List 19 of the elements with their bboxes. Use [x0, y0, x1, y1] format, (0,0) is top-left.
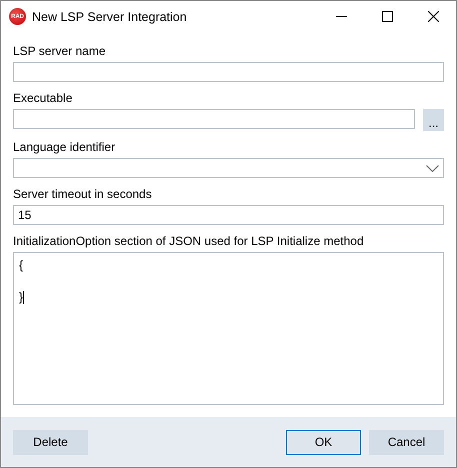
dialog-button[interactable]: OK — [286, 430, 361, 454]
field-label: LSP server name — [13, 44, 106, 58]
dropdown-field[interactable] — [13, 158, 444, 178]
field-label: Language identifier — [13, 140, 116, 154]
text-field[interactable] — [13, 62, 444, 82]
maximize-icon — [382, 11, 392, 22]
browse-button[interactable]: ... — [423, 109, 444, 131]
path-field[interactable] — [13, 109, 415, 129]
close-icon — [428, 11, 438, 22]
dialog-button[interactable]: Cancel — [369, 430, 444, 454]
field-label: Executable — [13, 91, 74, 105]
dialog-button[interactable]: Delete — [13, 430, 88, 454]
field-label: InitializationOption section of JSON used for LSP Initialize method — [13, 234, 365, 248]
field-label: Server timeout in seconds — [13, 187, 153, 201]
chevron-down-icon — [426, 164, 439, 172]
json-text-area[interactable]: { } — [13, 252, 444, 405]
minimize-icon — [336, 16, 346, 17]
text-field[interactable]: 15 — [13, 205, 444, 225]
window-title: New LSP Server Integration — [32, 10, 188, 24]
